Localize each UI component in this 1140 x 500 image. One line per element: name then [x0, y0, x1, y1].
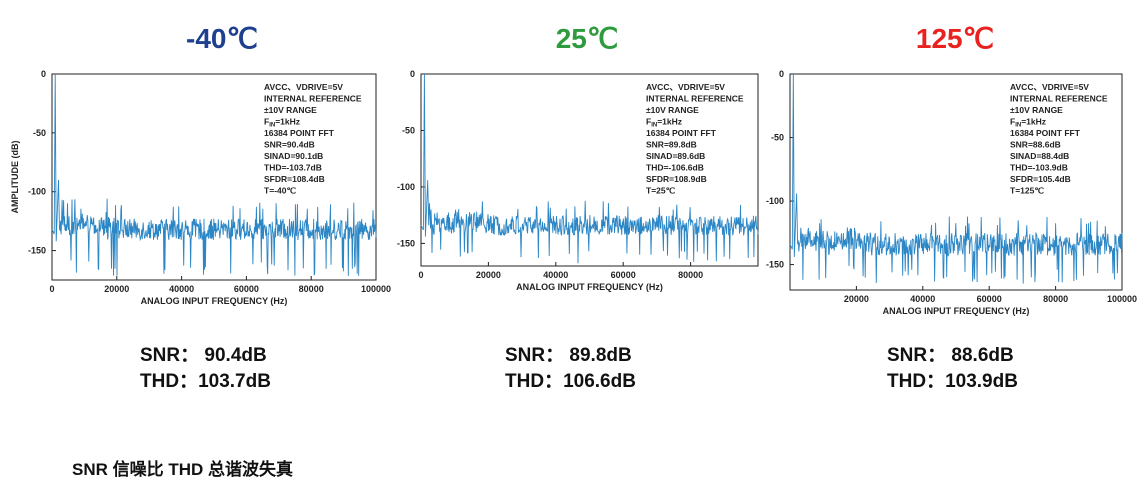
- x-tick-label: 80000: [1043, 294, 1068, 304]
- y-tick-label: -100: [397, 182, 415, 192]
- annotation-line: SFDR=108.4dB: [264, 174, 325, 184]
- annotation-line: THD=-106.6dB: [646, 163, 704, 173]
- snr-label: SNR：: [887, 345, 947, 366]
- annotation-line: 16384 POINT FFT: [1010, 128, 1081, 138]
- y-tick-label: -50: [771, 133, 784, 143]
- x-tick-label: 40000: [910, 294, 935, 304]
- thd-value: 103.9dB: [945, 371, 1018, 392]
- x-tick-label: 80000: [678, 270, 703, 280]
- annotation-line: T=25℃: [646, 186, 676, 196]
- x-tick-label: 60000: [234, 284, 259, 294]
- annotation-rest: =1kHz: [657, 117, 682, 127]
- x-tick-label: 20000: [844, 294, 869, 304]
- x-axis-label: ANALOG INPUT FREQUENCY (Hz): [516, 282, 663, 292]
- y-tick-label: 0: [779, 69, 784, 79]
- annotation-line: ±10V RANGE: [1010, 105, 1063, 115]
- chart-panel-25: 0 -50 -100 -150 0 20000 40000 60000 80000 ANALOG …: [393, 66, 768, 316]
- x-tick-label: 0: [49, 284, 54, 294]
- annotation-line: THD=-103.7dB: [264, 163, 322, 173]
- x-tick-label: 60000: [977, 294, 1002, 304]
- summary-25: SNR： 89.8dB THD：106.6dB: [505, 343, 636, 395]
- annotation-line: T=125℃: [1010, 186, 1044, 196]
- summary-minus40: SNR： 90.4dB THD：103.7dB: [140, 343, 271, 395]
- spectrum-trace: [51, 73, 377, 276]
- x-tick-label: 80000: [299, 284, 324, 294]
- annotation-line: ±10V RANGE: [264, 105, 317, 115]
- snr-value: 88.6dB: [951, 345, 1014, 366]
- y-tick-label: -150: [28, 246, 46, 256]
- fft-chart-25: 0 -50 -100 -150 0 20000 40000 60000 80000 ANALOG …: [397, 69, 759, 292]
- annotation-line: INTERNAL REFERENCE: [264, 94, 362, 104]
- annotation-line: FIN=1kHz: [646, 117, 682, 129]
- annotation-line: SINAD=89.6dB: [646, 151, 705, 161]
- chart-panel-minus40: 0 -50 -100 -150 0 20000 40000 60000 80000 100000 A…: [8, 66, 393, 316]
- fft-chart-125: 0 -50 -100 -150 20000 40000 60000 80000 100000 AN…: [766, 69, 1137, 316]
- annotation-line: SNR=90.4dB: [264, 140, 315, 150]
- y-tick-label: -50: [33, 128, 46, 138]
- annotation-line: FIN=1kHz: [1010, 117, 1046, 129]
- annotation-line: THD=-103.9dB: [1010, 163, 1068, 173]
- annotation-line: FIN=1kHz: [264, 117, 300, 129]
- annotation-line: SNR=88.6dB: [1010, 140, 1061, 150]
- plot-frame: [51, 73, 377, 281]
- snr-value: 90.4dB: [204, 345, 267, 366]
- annotation-line: 16384 POINT FFT: [646, 128, 717, 138]
- annotation-line: AVCC、VDRIVE=5V: [264, 82, 343, 92]
- y-tick-label: -150: [766, 260, 784, 270]
- annotation-line: SNR=89.8dB: [646, 140, 697, 150]
- thd-label: THD：: [505, 371, 564, 392]
- footer-note: SNR 信噪比 THD 总谐波失真: [72, 460, 293, 479]
- x-tick-label: 60000: [611, 270, 636, 280]
- annotation-rest: =1kHz: [1021, 117, 1046, 127]
- spectrum-trace: [789, 73, 1123, 284]
- x-tick-label: 100000: [361, 284, 391, 294]
- snr-value: 89.8dB: [569, 345, 632, 366]
- y-axis-label: AMPLITUDE (dB): [10, 141, 20, 214]
- thd-label: THD：: [140, 371, 199, 392]
- x-tick-label: 100000: [1107, 294, 1137, 304]
- x-tick-label: 0: [418, 270, 423, 280]
- temp-title-125: 125℃: [915, 23, 995, 54]
- annotation-line: ±10V RANGE: [646, 105, 699, 115]
- fft-chart-minus40: 0 -50 -100 -150 0 20000 40000 60000 80000 100000 A…: [10, 69, 391, 306]
- annotation-line: SINAD=88.4dB: [1010, 151, 1069, 161]
- chart-panel-125: 0 -50 -100 -150 20000 40000 60000 80000 100000 AN…: [762, 66, 1140, 316]
- annotation-line: 16384 POINT FFT: [264, 128, 335, 138]
- snr-label: SNR：: [505, 345, 565, 366]
- snr-label: SNR：: [140, 345, 200, 366]
- x-tick-label: 40000: [169, 284, 194, 294]
- thd-value: 103.7dB: [198, 371, 271, 392]
- annotation-rest: =1kHz: [275, 117, 300, 127]
- y-tick-label: 0: [41, 69, 46, 79]
- annotation-line: INTERNAL REFERENCE: [646, 94, 744, 104]
- thd-value: 106.6dB: [563, 371, 636, 392]
- annotation-line: T=-40℃: [264, 186, 296, 196]
- summary-125: SNR： 88.6dB THD：103.9dB: [887, 343, 1018, 395]
- x-axis-label: ANALOG INPUT FREQUENCY (Hz): [141, 296, 288, 306]
- annotation-line: SFDR=105.4dB: [1010, 174, 1071, 184]
- plot-frame: [789, 73, 1123, 291]
- annotation-line: SFDR=108.9dB: [646, 174, 707, 184]
- x-tick-label: 20000: [476, 270, 501, 280]
- annotation-line: INTERNAL REFERENCE: [1010, 94, 1108, 104]
- x-axis-label: ANALOG INPUT FREQUENCY (Hz): [883, 306, 1030, 316]
- annotation-line: AVCC、VDRIVE=5V: [1010, 82, 1089, 92]
- x-tick-label: 20000: [104, 284, 129, 294]
- thd-label: THD：: [887, 371, 946, 392]
- x-tick-label: 40000: [543, 270, 568, 280]
- y-tick-label: -150: [397, 238, 415, 248]
- annotation-line: AVCC、VDRIVE=5V: [646, 82, 725, 92]
- annotation-line: SINAD=90.1dB: [264, 151, 323, 161]
- temp-title-minus40: -40℃: [186, 23, 258, 54]
- y-tick-label: -50: [402, 125, 415, 135]
- y-tick-label: -100: [766, 196, 784, 206]
- y-tick-label: 0: [410, 69, 415, 79]
- temp-title-25: 25℃: [555, 23, 619, 54]
- y-tick-label: -100: [28, 187, 46, 197]
